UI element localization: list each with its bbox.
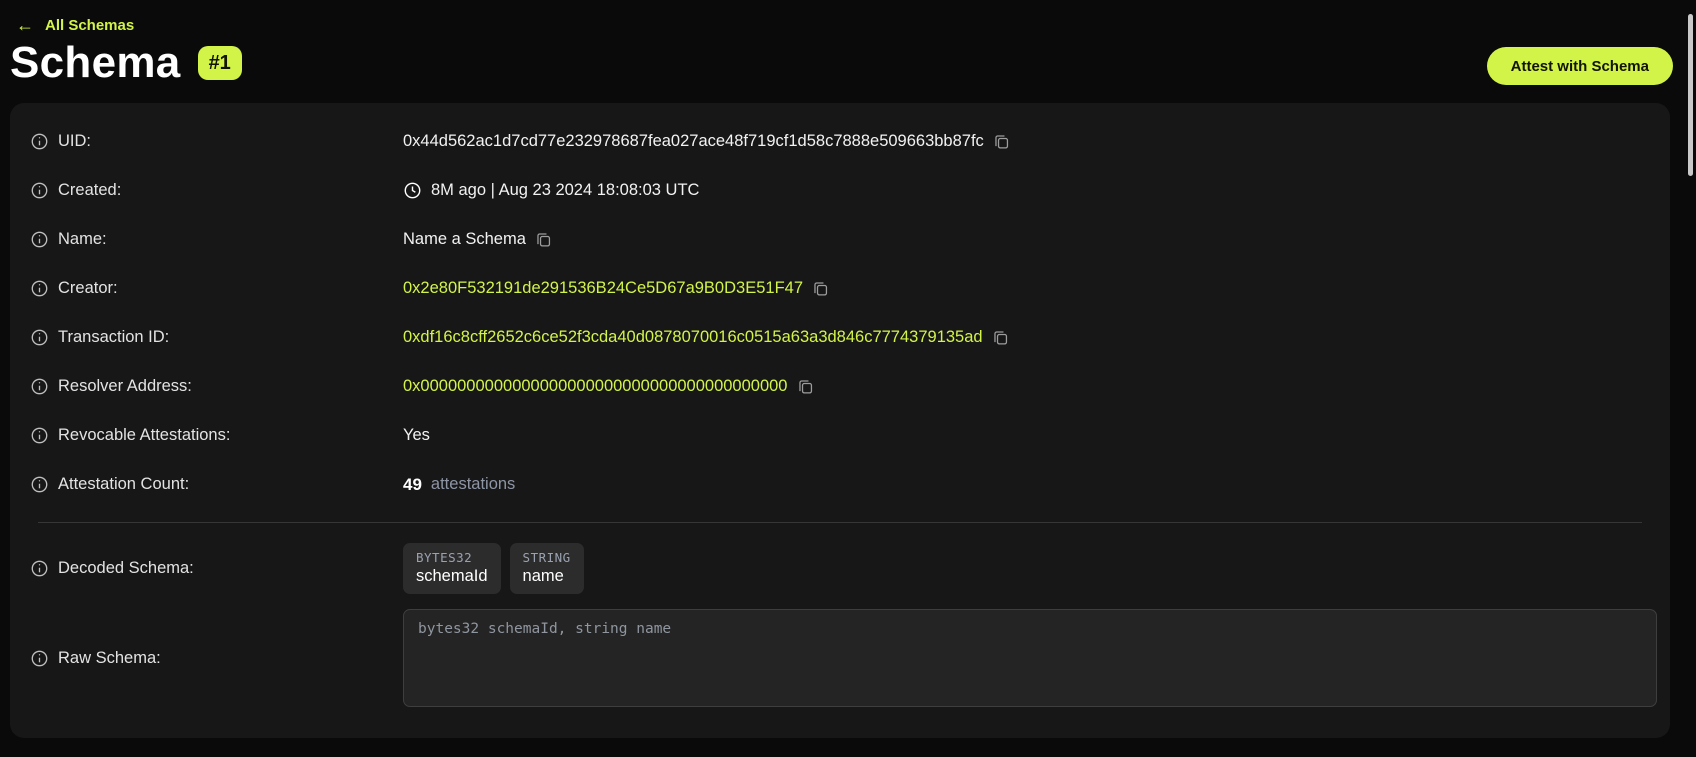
field-name: name [523, 567, 571, 586]
row-label: UID: [30, 132, 403, 151]
row-label-text: UID: [58, 132, 91, 151]
page-title: Schema [10, 38, 181, 88]
clock-icon [403, 181, 422, 200]
resolver-address-value[interactable]: 0x00000000000000000000000000000000000000… [403, 377, 788, 396]
row-value: 0x00000000000000000000000000000000000000… [403, 377, 814, 396]
row-label-text: Created: [58, 181, 121, 200]
schema-field-chip: STRING name [510, 543, 584, 594]
row-label: Created: [30, 181, 403, 200]
detail-row-created: Created: 8M ago | Aug 23 2024 18:08:03 UT… [30, 166, 1650, 215]
copy-icon[interactable] [535, 231, 552, 248]
creator-value[interactable]: 0x2e80F532191de291536B24Ce5D67a9B0D3E51F… [403, 279, 803, 298]
row-label: Resolver Address: [30, 377, 403, 396]
row-label: Name: [30, 230, 403, 249]
attestation-count-value: 49 [403, 475, 422, 495]
detail-row-decoded-schema: Decoded Schema: BYTES32 schemaId STRING nam… [30, 536, 1650, 600]
info-icon [30, 426, 49, 445]
row-label: Decoded Schema: [30, 559, 403, 578]
detail-row-name: Name: Name a Schema [30, 215, 1650, 264]
row-value: 0xdf16c8cff2652c6ce52f3cda40d0878070016c… [403, 328, 1009, 347]
field-type: BYTES32 [416, 550, 488, 565]
row-label-text: Name: [58, 230, 107, 249]
raw-schema-textarea[interactable]: bytes32 schemaId, string name [403, 609, 1657, 707]
attest-with-schema-button[interactable]: Attest with Schema [1487, 47, 1673, 85]
detail-row-uid: UID: 0x44d562ac1d7cd77e232978687fea027ace… [30, 117, 1650, 166]
copy-icon[interactable] [812, 280, 829, 297]
created-value: 8M ago | Aug 23 2024 18:08:03 UTC [431, 181, 699, 200]
detail-row-attestation-count: Attestation Count: 49 attestations [30, 460, 1650, 509]
info-icon [30, 649, 49, 668]
divider [38, 522, 1642, 523]
info-icon [30, 377, 49, 396]
info-icon [30, 181, 49, 200]
row-value: 0x2e80F532191de291536B24Ce5D67a9B0D3E51F… [403, 279, 829, 298]
row-label-text: Revocable Attestations: [58, 426, 230, 445]
row-value: 0x44d562ac1d7cd77e232978687fea027ace48f7… [403, 132, 1010, 151]
schema-number-badge: #1 [198, 46, 242, 80]
field-name: schemaId [416, 567, 488, 586]
row-value: Yes [403, 426, 430, 445]
back-to-all-schemas-link[interactable]: ← All Schemas [16, 16, 134, 34]
uid-value: 0x44d562ac1d7cd77e232978687fea027ace48f7… [403, 132, 984, 151]
back-link-label: All Schemas [45, 17, 134, 34]
copy-icon[interactable] [992, 329, 1009, 346]
copy-icon[interactable] [797, 378, 814, 395]
schema-detail-card: UID: 0x44d562ac1d7cd77e232978687fea027ace… [10, 103, 1670, 738]
attestations-link[interactable]: attestations [431, 475, 515, 494]
row-value: 49 attestations [403, 475, 515, 495]
row-value: Name a Schema [403, 230, 552, 249]
detail-row-revocable-attestations: Revocable Attestations: Yes [30, 411, 1650, 460]
scrollbar-thumb[interactable] [1688, 14, 1693, 176]
row-label-text: Decoded Schema: [58, 559, 194, 578]
detail-row-raw-schema: Raw Schema: bytes32 schemaId, string nam… [30, 609, 1650, 707]
info-icon [30, 559, 49, 578]
row-label: Creator: [30, 279, 403, 298]
row-label: Raw Schema: [30, 649, 403, 668]
info-icon [30, 328, 49, 347]
detail-row-resolver-address: Resolver Address: 0x000000000000000000000… [30, 362, 1650, 411]
row-label-text: Resolver Address: [58, 377, 192, 396]
name-value: Name a Schema [403, 230, 526, 249]
schema-detail-page: ← All Schemas Schema #1 Attest with Sche… [0, 0, 1696, 757]
info-icon [30, 475, 49, 494]
copy-icon[interactable] [993, 133, 1010, 150]
revocable-attestations-value: Yes [403, 426, 430, 445]
detail-row-creator: Creator: 0x2e80F532191de291536B24Ce5D67a9… [30, 264, 1650, 313]
row-label: Transaction ID: [30, 328, 403, 347]
detail-row-transaction-id: Transaction ID: 0xdf16c8cff2652c6ce52f3cd… [30, 313, 1650, 362]
schema-field-chip: BYTES32 schemaId [403, 543, 501, 594]
row-value: 8M ago | Aug 23 2024 18:08:03 UTC [403, 181, 699, 200]
row-label-text: Raw Schema: [58, 649, 161, 668]
info-icon [30, 230, 49, 249]
row-label-text: Transaction ID: [58, 328, 169, 347]
decoded-schema-chips: BYTES32 schemaId STRING name [403, 543, 584, 594]
title-row: Schema #1 [10, 38, 242, 88]
info-icon [30, 279, 49, 298]
transaction-id-value[interactable]: 0xdf16c8cff2652c6ce52f3cda40d0878070016c… [403, 328, 983, 347]
arrow-left-icon: ← [16, 16, 34, 34]
row-label-text: Attestation Count: [58, 475, 189, 494]
field-type: STRING [523, 550, 571, 565]
detail-rows: UID: 0x44d562ac1d7cd77e232978687fea027ace… [30, 117, 1650, 509]
row-label: Revocable Attestations: [30, 426, 403, 445]
row-label-text: Creator: [58, 279, 118, 298]
row-label: Attestation Count: [30, 475, 403, 494]
info-icon [30, 132, 49, 151]
